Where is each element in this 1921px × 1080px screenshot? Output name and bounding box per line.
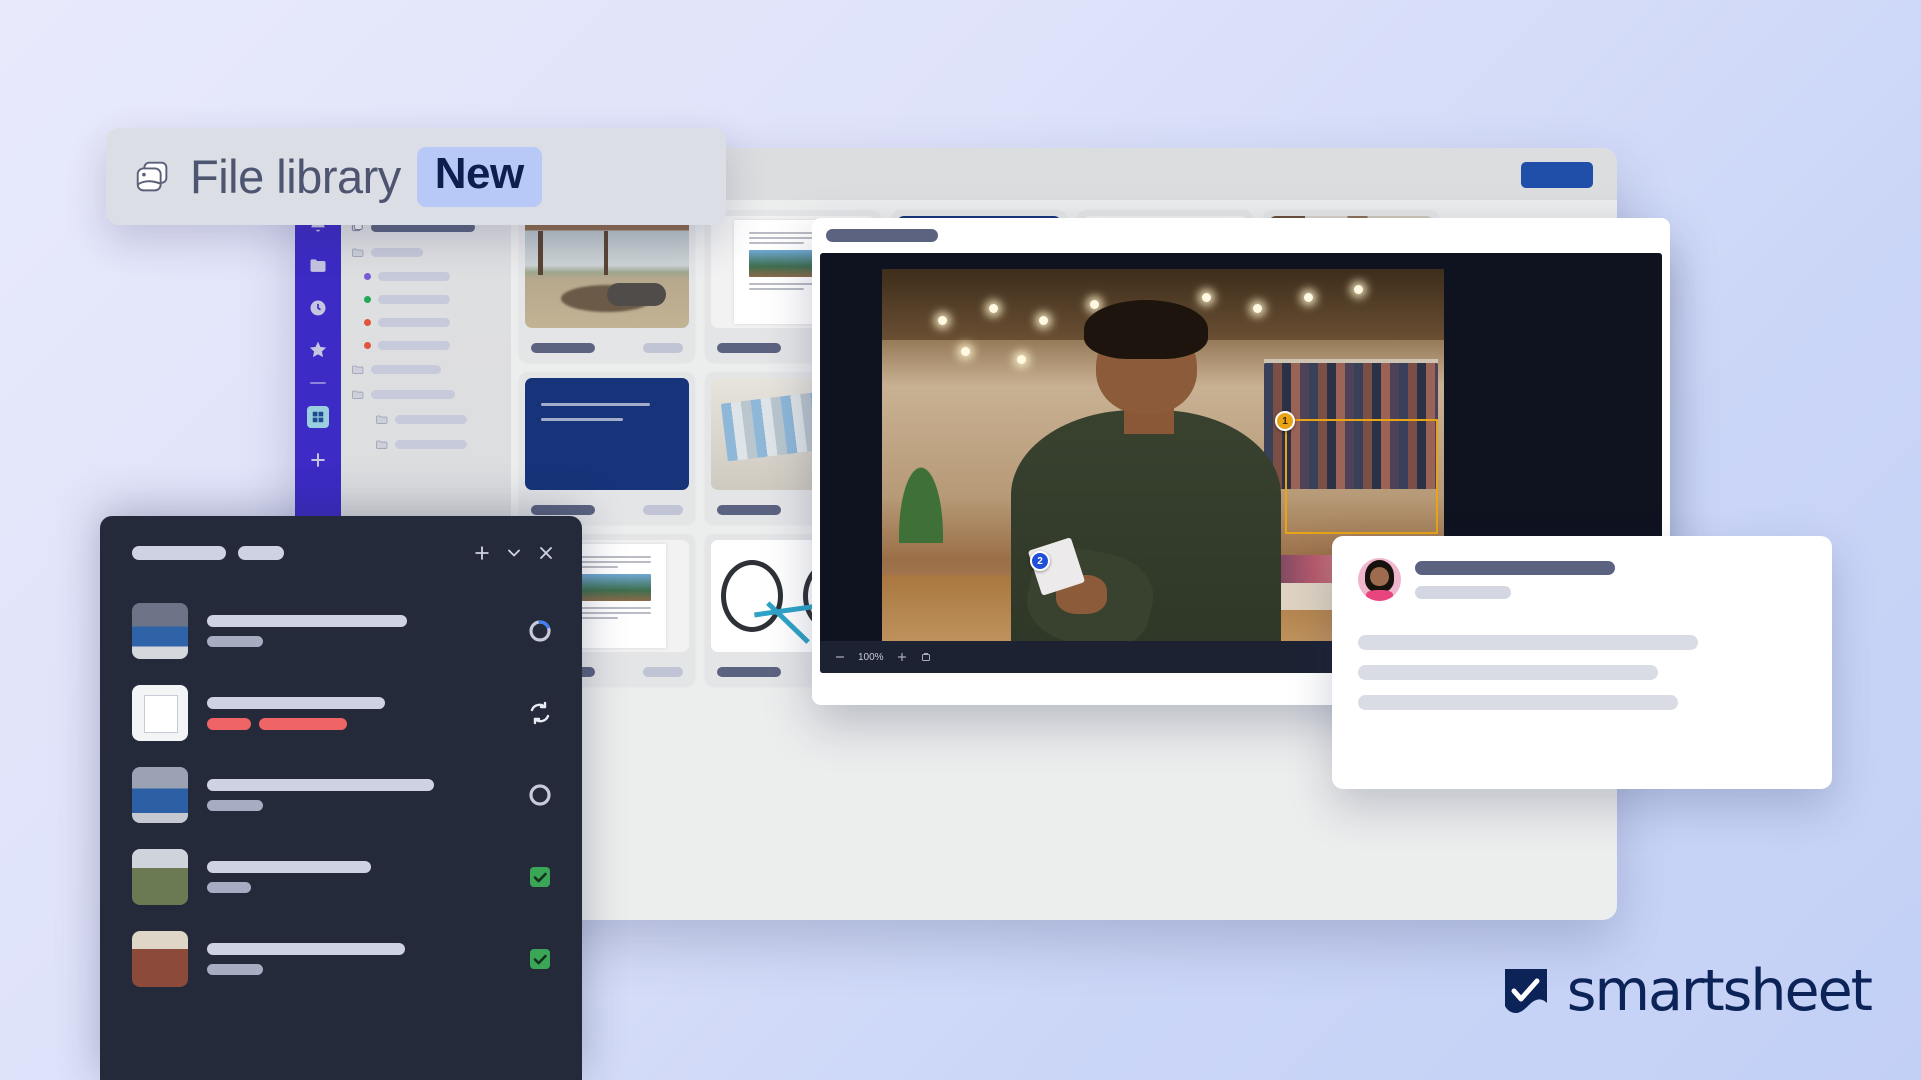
zoom-in-icon[interactable] — [896, 651, 908, 663]
task-overdue-tag — [259, 717, 347, 730]
task-title — [207, 696, 385, 709]
task-panel-header — [100, 516, 582, 590]
smartsheet-wordmark: smartsheet — [1566, 958, 1873, 1024]
nav-item-sheet[interactable] — [351, 318, 499, 327]
comment-line — [1358, 665, 1658, 680]
file-library-icon — [132, 156, 174, 198]
task-subtitle — [207, 964, 263, 975]
file-library-title: File library — [190, 150, 401, 203]
zoom-out-icon[interactable] — [834, 651, 846, 663]
status-dot-red — [364, 319, 371, 326]
comment-line — [1358, 695, 1678, 710]
nav-item-label — [378, 318, 450, 327]
folder-icon[interactable] — [308, 256, 328, 276]
nav-item-folder[interactable] — [351, 247, 499, 258]
new-badge: New — [416, 146, 542, 207]
grid-icon[interactable] — [307, 406, 329, 428]
comment-line — [1358, 635, 1698, 650]
plus-icon[interactable] — [308, 450, 328, 470]
status-dot-purple — [364, 273, 371, 280]
status-dot-red — [364, 342, 371, 349]
task-title — [207, 943, 405, 955]
checkbox-checked-icon[interactable] — [526, 945, 554, 973]
task-subtitle — [207, 636, 263, 647]
folder-icon — [351, 364, 364, 375]
asset-thumbnail — [525, 216, 689, 328]
annotation-region-1[interactable] — [1285, 419, 1438, 534]
task-list-panel — [100, 516, 582, 1080]
task-thumbnail — [132, 849, 188, 905]
asset-card-meta — [519, 334, 695, 362]
task-thumbnail — [132, 767, 188, 823]
task-thumbnail — [132, 603, 188, 659]
nav-item-subfolder[interactable] — [351, 439, 499, 450]
task-overdue-tag — [207, 717, 251, 730]
proof-viewer-titlebar — [812, 218, 1670, 253]
task-subtitle — [207, 882, 251, 893]
nav-item-label — [371, 365, 441, 374]
nav-item-label — [395, 440, 467, 449]
nav-item-label — [378, 341, 450, 350]
task-row[interactable] — [100, 918, 582, 1000]
nav-item-sheet[interactable] — [351, 295, 499, 304]
nav-item-label — [371, 248, 423, 257]
sync-icon[interactable] — [526, 699, 554, 727]
nav-item-label — [378, 272, 450, 281]
file-library-feature-pill: File library New — [106, 128, 726, 225]
zoom-level-label: 100% — [858, 651, 884, 663]
task-thumbnail — [132, 931, 188, 987]
task-row[interactable] — [100, 672, 582, 754]
status-dot-green — [364, 296, 371, 303]
nav-item-folder[interactable] — [351, 364, 499, 375]
comment-body — [1358, 635, 1806, 710]
folder-icon — [375, 414, 388, 425]
task-panel-title — [132, 546, 226, 560]
floating-comment-card[interactable] — [1332, 536, 1832, 789]
task-row[interactable] — [100, 754, 582, 836]
comment-author-name — [1415, 560, 1615, 575]
asset-card-navy-deck[interactable] — [519, 372, 695, 524]
nav-item-sheet[interactable] — [351, 341, 499, 350]
clock-icon[interactable] — [308, 298, 328, 318]
progress-ring-icon[interactable] — [526, 617, 554, 645]
comment-timestamp — [1415, 585, 1511, 599]
task-title — [207, 615, 407, 627]
task-panel-count — [238, 546, 284, 560]
task-row[interactable] — [100, 590, 582, 672]
fit-to-screen-icon[interactable] — [920, 651, 932, 663]
nav-item-sheet[interactable] — [351, 272, 499, 281]
smartsheet-check-flag-icon — [1501, 966, 1551, 1016]
nav-item-label — [378, 295, 450, 304]
task-row[interactable] — [100, 836, 582, 918]
task-title — [207, 779, 434, 791]
chevron-down-icon[interactable] — [504, 543, 524, 563]
rail-divider — [310, 382, 326, 384]
star-icon[interactable] — [308, 340, 328, 360]
asset-card-loft[interactable] — [519, 210, 695, 362]
nav-item-label — [371, 390, 455, 399]
folder-icon — [375, 439, 388, 450]
folder-icon — [351, 247, 364, 258]
smartsheet-logo: smartsheet — [1501, 958, 1873, 1024]
plus-icon[interactable] — [472, 543, 492, 563]
task-subtitle — [207, 800, 263, 811]
checkbox-checked-icon[interactable] — [526, 863, 554, 891]
empty-circle-icon[interactable] — [526, 781, 554, 809]
annotation-pin-1[interactable]: 1 — [1275, 411, 1295, 431]
task-thumbnail — [132, 685, 188, 741]
annotation-pin-2[interactable]: 2 — [1030, 551, 1050, 571]
close-icon[interactable] — [536, 543, 556, 563]
avatar — [1358, 558, 1401, 601]
nav-item-label — [395, 415, 467, 424]
comment-author-row — [1358, 558, 1806, 601]
primary-action-button[interactable] — [1521, 162, 1593, 188]
nav-item-folder[interactable] — [351, 389, 499, 400]
folder-icon — [351, 389, 364, 400]
proof-title — [826, 229, 938, 242]
task-title — [207, 861, 371, 873]
nav-item-subfolder[interactable] — [351, 414, 499, 425]
asset-thumbnail — [525, 378, 689, 490]
